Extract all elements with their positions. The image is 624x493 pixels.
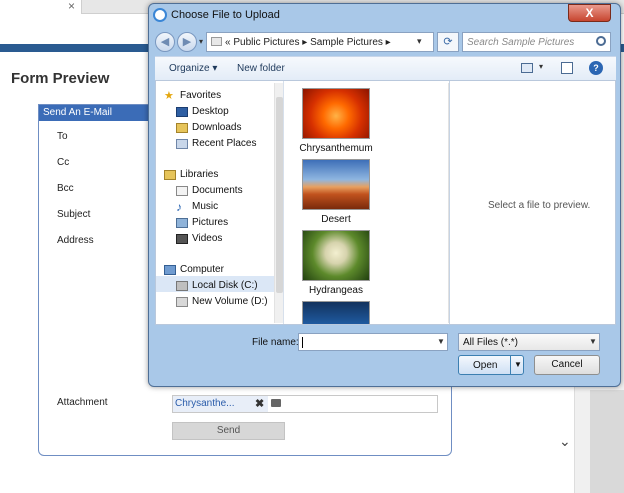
preview-pane-icon[interactable] [561, 62, 573, 74]
attachment-file-chip[interactable]: Chrysanthe... [173, 396, 268, 412]
address-path: « Public Pictures ▸ Sample Pictures ▸ [225, 37, 391, 48]
dialog-toolbar: Organize ▾ New folder ▾ ? [155, 56, 616, 80]
close-button[interactable]: X [568, 4, 611, 22]
breadcrumb-separator[interactable]: ▸ [302, 37, 307, 48]
nav-libraries[interactable]: Libraries [180, 169, 218, 180]
view-dropdown-icon[interactable]: ▾ [539, 62, 543, 71]
open-split-divider [510, 356, 511, 374]
file-name-dropdown-icon[interactable]: ▼ [437, 337, 445, 346]
open-label: Open [473, 360, 498, 371]
nav-pictures[interactable]: Pictures [192, 217, 228, 228]
cancel-button[interactable]: Cancel [534, 355, 600, 375]
preview-message: Select a file to preview. [488, 200, 591, 211]
open-button[interactable]: Open ▼ [458, 355, 524, 375]
attachment-field[interactable]: Chrysanthe... ✖ [172, 395, 438, 413]
address-dropdown-icon[interactable]: ▾ [417, 36, 422, 47]
file-type-value: All Files (*.*) [463, 337, 519, 348]
nav-downloads[interactable]: Downloads [192, 122, 241, 133]
breadcrumb-sample-pictures[interactable]: Sample Pictures [310, 37, 383, 48]
text-caret [302, 337, 303, 348]
jellyfish-thumbnail[interactable] [302, 301, 370, 324]
nav-scroll-thumb[interactable] [276, 97, 283, 293]
file-type-dropdown-icon[interactable]: ▼ [589, 337, 597, 346]
remove-attachment-icon[interactable]: ✖ [255, 397, 264, 410]
hydrangeas-thumbnail[interactable] [302, 230, 370, 281]
page-title: Form Preview [11, 70, 110, 87]
chevron-down-icon[interactable]: ⌄ [559, 433, 571, 450]
back-button[interactable]: ◀ [155, 32, 175, 52]
music-icon: ♪ [176, 200, 182, 214]
open-dropdown-icon[interactable]: ▼ [514, 360, 522, 369]
form-header: Send An E-Mail [39, 105, 149, 121]
chrysanthemum-thumbnail[interactable] [302, 88, 370, 139]
address-bar[interactable]: « Public Pictures ▸ Sample Pictures ▸ ▾ [206, 32, 434, 52]
nav-videos[interactable]: Videos [192, 233, 222, 244]
downloads-icon [176, 123, 188, 133]
file-chrysanthemum[interactable]: Chrysanthemum [284, 143, 388, 154]
subject-label: Subject [57, 209, 91, 220]
desert-thumbnail[interactable] [302, 159, 370, 210]
recent-locations-icon[interactable]: ▾ [199, 37, 203, 46]
desktop-icon [176, 107, 188, 117]
recent-places-icon [176, 139, 188, 149]
address-label: Address [57, 235, 94, 246]
nav-local-disk-c[interactable]: Local Disk (C:) [192, 280, 258, 291]
organize-menu[interactable]: Organize ▾ [169, 63, 217, 74]
file-list: Chrysanthemum Desert Hydrangeas [284, 81, 439, 324]
file-name-label: File name: [252, 337, 299, 348]
tab-close-icon[interactable]: × [68, 0, 75, 13]
file-upload-dialog: Choose File to Upload X ◀ ▶ ▾ « Public P… [148, 3, 621, 387]
forward-button[interactable]: ▶ [177, 32, 197, 52]
libraries-icon [164, 170, 176, 180]
preview-pane: Select a file to preview. [449, 81, 615, 324]
dialog-content: ★ Favorites Desktop Downloads Recent Pla… [155, 80, 616, 325]
breadcrumb-public-pictures[interactable]: Public Pictures [233, 37, 299, 48]
nav-new-volume-d[interactable]: New Volume (D:) [192, 296, 268, 307]
nav-favorites[interactable]: Favorites [180, 90, 221, 101]
search-placeholder: Search Sample Pictures [467, 37, 575, 48]
nav-music[interactable]: Music [192, 201, 218, 212]
videos-icon [176, 234, 188, 244]
bcc-label: Bcc [57, 183, 74, 194]
file-hydrangeas[interactable]: Hydrangeas [284, 285, 388, 296]
file-type-select[interactable]: All Files (*.*) ▼ [458, 333, 600, 351]
search-icon[interactable] [596, 36, 606, 46]
dialog-title: Choose File to Upload [171, 9, 280, 21]
navigation-pane: ★ Favorites Desktop Downloads Recent Pla… [156, 81, 284, 324]
nav-scrollbar[interactable] [274, 83, 283, 323]
nav-recent-places[interactable]: Recent Places [192, 138, 256, 149]
to-label: To [57, 131, 68, 142]
refresh-button[interactable]: ⟳ [437, 32, 459, 52]
breadcrumb-separator[interactable]: ▸ [386, 37, 391, 48]
file-desert[interactable]: Desert [284, 214, 388, 225]
file-name-field[interactable]: ▼ [298, 333, 448, 351]
help-icon[interactable]: ? [589, 61, 603, 75]
nav-documents[interactable]: Documents [192, 185, 243, 196]
browser-logo-icon [153, 8, 167, 22]
send-button[interactable]: Send [172, 422, 285, 440]
computer-icon [164, 265, 176, 275]
nav-desktop[interactable]: Desktop [192, 106, 229, 117]
folder-icon [211, 37, 222, 46]
address-prefix[interactable]: « [225, 37, 231, 48]
right-scroll-strip [590, 390, 624, 493]
browser-tab[interactable]: × [0, 0, 82, 14]
star-icon: ★ [164, 90, 174, 102]
documents-icon [176, 186, 188, 196]
attachment-label: Attachment [57, 397, 108, 408]
cc-label: Cc [57, 157, 70, 168]
pictures-icon [176, 218, 188, 228]
drive-icon [176, 297, 188, 307]
nav-computer[interactable]: Computer [180, 264, 224, 275]
new-folder-button[interactable]: New folder [237, 63, 285, 74]
view-options-icon[interactable] [521, 63, 533, 73]
folder-icon[interactable] [271, 399, 281, 407]
search-input[interactable]: Search Sample Pictures [462, 32, 611, 52]
local-disk-icon [176, 281, 188, 291]
